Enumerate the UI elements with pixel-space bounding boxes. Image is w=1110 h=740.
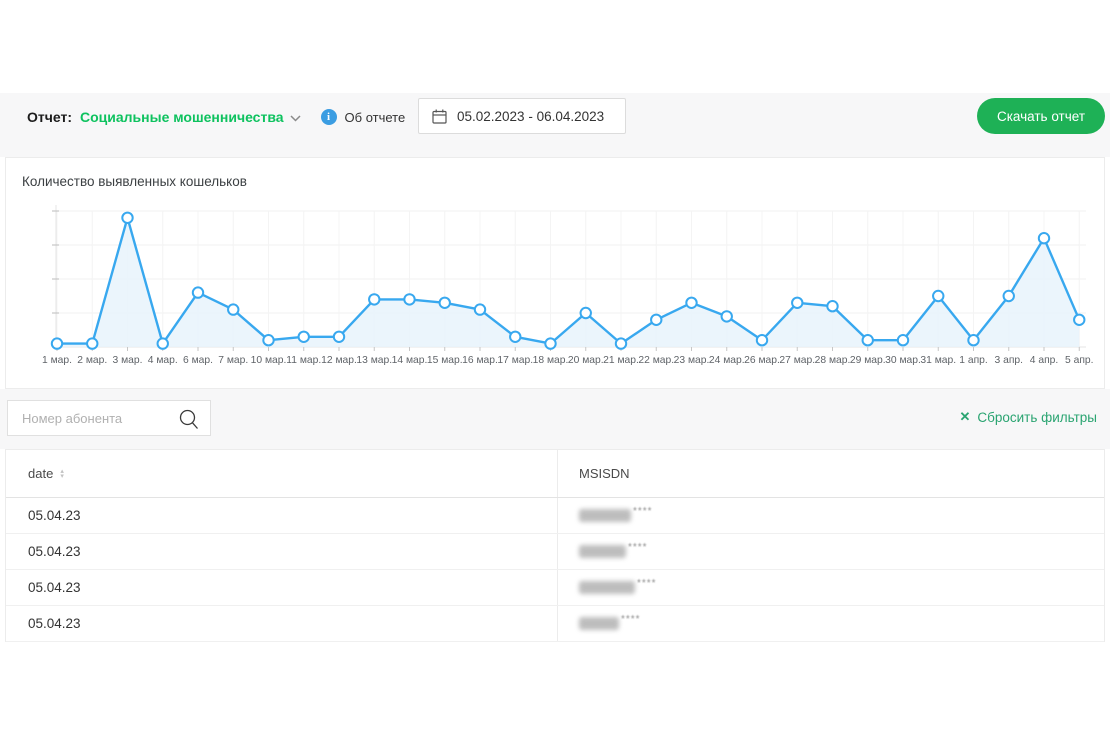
calendar-icon (432, 109, 447, 124)
date-column-label: date (28, 466, 53, 481)
about-report-group: i Об отчете (321, 109, 406, 125)
download-report-button[interactable]: Скачать отчет (977, 98, 1105, 134)
svg-text:11 мар.: 11 мар. (286, 355, 321, 366)
report-header-bar: Отчет: Социальные мошенничества i Об отч… (0, 93, 1110, 157)
search-icon[interactable] (178, 408, 200, 430)
svg-text:15 мар.: 15 мар. (427, 355, 463, 366)
svg-text:29 мар.: 29 мар. (850, 355, 886, 366)
results-table: date ▴ ▾ MSISDN 05.04.23 **** 05.04.23 ****… (5, 449, 1105, 642)
date-cell: 05.04.23 (6, 534, 557, 569)
svg-text:20 мар.: 20 мар. (568, 355, 604, 366)
date-cell: 05.04.23 (6, 498, 557, 533)
svg-text:3 апр.: 3 апр. (995, 355, 1023, 366)
svg-text:5 апр.: 5 апр. (1065, 355, 1093, 366)
svg-text:28 мар.: 28 мар. (815, 355, 851, 366)
report-type-dropdown[interactable]: Социальные мошенничества (80, 109, 301, 125)
svg-text:14 мар.: 14 мар. (392, 355, 428, 366)
search-input[interactable] (8, 401, 178, 435)
svg-text:6 мар.: 6 мар. (183, 355, 213, 366)
reset-filters-link[interactable]: ✕ Сбросить фильтры (959, 409, 1097, 425)
msisdn-mask-stars: **** (628, 542, 648, 553)
table-row: 05.04.23 **** (6, 606, 1104, 642)
svg-text:4 мар.: 4 мар. (148, 355, 178, 366)
table-row: 05.04.23 **** (6, 570, 1104, 606)
svg-text:3 мар.: 3 мар. (113, 355, 143, 366)
masked-msisdn-blob (579, 581, 635, 594)
svg-text:21 мар.: 21 мар. (603, 355, 639, 366)
info-icon[interactable]: i (321, 109, 337, 125)
svg-text:30 мар.: 30 мар. (885, 355, 921, 366)
msisdn-cell: **** (557, 570, 1104, 605)
svg-text:13 мар.: 13 мар. (356, 355, 392, 366)
msisdn-mask-stars: **** (621, 614, 641, 625)
svg-text:31 мар.: 31 мар. (920, 355, 956, 366)
svg-text:17 мар.: 17 мар. (497, 355, 533, 366)
report-page: Отчет: Социальные мошенничества i Об отч… (0, 0, 1110, 740)
sort-icon[interactable]: ▴ ▾ (60, 469, 64, 479)
table-header: date ▴ ▾ MSISDN (6, 450, 1104, 498)
msisdn-mask-stars: **** (637, 578, 657, 589)
date-cell: 05.04.23 (6, 606, 557, 641)
msisdn-mask-stars: **** (633, 506, 653, 517)
svg-text:4 апр.: 4 апр. (1030, 355, 1058, 366)
svg-text:18 мар.: 18 мар. (533, 355, 569, 366)
date-cell: 05.04.23 (6, 570, 557, 605)
reset-filters-label: Сбросить фильтры (977, 410, 1097, 425)
wallets-line-chart: 1 мар. 2 мар. 3 мар. 4 мар. 6 мар. 7 мар.10 м… (6, 158, 1104, 388)
svg-text:26 мар.: 26 мар. (744, 355, 780, 366)
column-header-date[interactable]: date ▴ ▾ (6, 450, 557, 497)
msisdn-cell: **** (557, 606, 1104, 641)
msisdn-cell: **** (557, 498, 1104, 533)
report-label: Отчет: (27, 109, 72, 125)
masked-msisdn-blob (579, 509, 631, 522)
table-row: 05.04.23 **** (6, 498, 1104, 534)
svg-text:23 мар.: 23 мар. (674, 355, 710, 366)
filter-bar: ✕ Сбросить фильтры (0, 389, 1110, 449)
chevron-down-icon (290, 115, 301, 122)
masked-msisdn-blob (579, 617, 619, 630)
table-body: 05.04.23****05.04.23****05.04.23****05.0… (6, 498, 1104, 642)
svg-text:2 мар.: 2 мар. (77, 355, 107, 366)
column-header-msisdn: MSISDN (557, 450, 1104, 497)
msisdn-column-label: MSISDN (579, 466, 630, 481)
report-select-group: Отчет: Социальные мошенничества i Об отч… (27, 105, 405, 129)
svg-text:1 мар.: 1 мар. (42, 355, 72, 366)
svg-text:1 апр.: 1 апр. (959, 355, 987, 366)
date-range-picker[interactable]: 05.02.2023 - 06.04.2023 (418, 98, 626, 134)
svg-text:24 мар.: 24 мар. (709, 355, 745, 366)
msisdn-cell: **** (557, 534, 1104, 569)
close-icon: ✕ (959, 409, 970, 425)
masked-msisdn-blob (579, 545, 626, 558)
svg-text:27 мар.: 27 мар. (779, 355, 815, 366)
svg-text:10 мар.: 10 мар. (251, 355, 287, 366)
about-report-link[interactable]: Об отчете (345, 110, 406, 125)
chart-panel: Количество выявленных кошельков 1 мар.2 … (5, 157, 1105, 389)
date-range-value: 05.02.2023 - 06.04.2023 (457, 109, 604, 124)
search-box (7, 400, 211, 436)
svg-text:7 мар.: 7 мар. (218, 355, 248, 366)
table-row: 05.04.23 **** (6, 534, 1104, 570)
svg-text:22 мар.: 22 мар. (638, 355, 674, 366)
svg-text:12 мар.: 12 мар. (321, 355, 357, 366)
svg-text:16 мар.: 16 мар. (462, 355, 498, 366)
report-type-value: Социальные мошенничества (80, 109, 284, 125)
sort-desc-icon: ▾ (60, 474, 64, 479)
